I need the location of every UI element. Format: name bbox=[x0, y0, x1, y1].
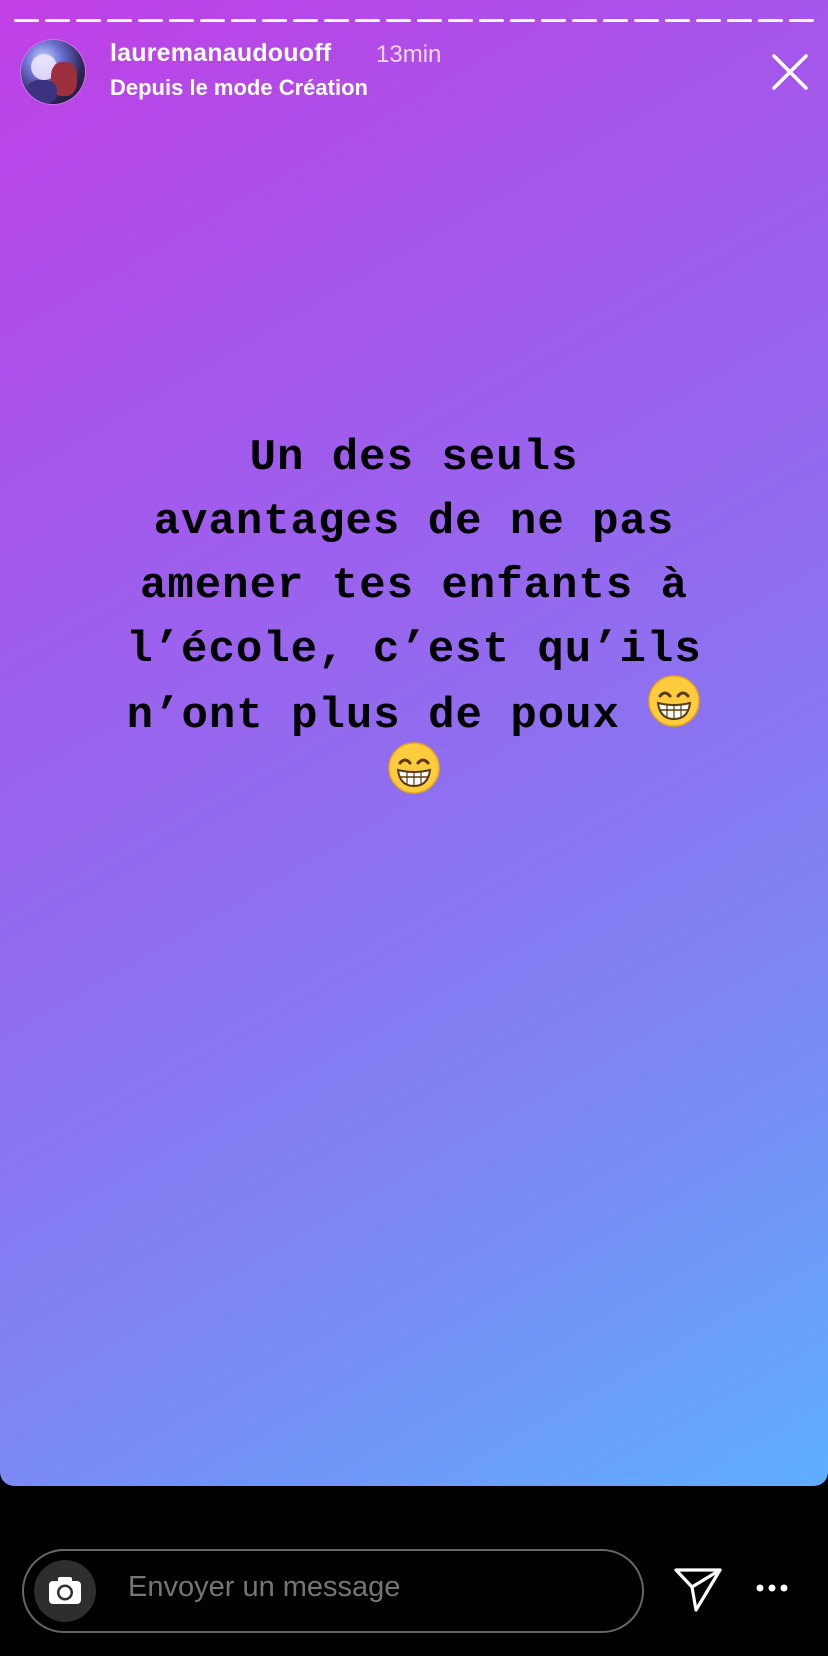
grinning-emoji-icon bbox=[387, 741, 441, 816]
camera-icon[interactable] bbox=[34, 1560, 96, 1622]
avatar-photo-part bbox=[27, 80, 57, 104]
username[interactable]: lauremanaudouoff bbox=[110, 39, 331, 68]
more-icon[interactable] bbox=[754, 1574, 790, 1602]
message-input[interactable] bbox=[128, 1571, 608, 1604]
progress-segment bbox=[417, 19, 442, 22]
caption-line: amener tes enfants à bbox=[139, 561, 689, 611]
progress-segment bbox=[200, 19, 225, 22]
story-view[interactable]: lauremanaudouoff 13min Depuis le mode Cr… bbox=[0, 0, 828, 1486]
progress-segment bbox=[758, 19, 783, 22]
progress-segment bbox=[603, 19, 628, 22]
progress-segment bbox=[448, 19, 473, 22]
progress-segment bbox=[76, 19, 101, 22]
progress-segment bbox=[45, 19, 70, 22]
story-timestamp: 13min bbox=[376, 41, 442, 68]
caption-line bbox=[40, 742, 788, 816]
message-box[interactable] bbox=[22, 1549, 644, 1633]
caption-line: Un des seuls bbox=[249, 433, 579, 483]
close-icon[interactable] bbox=[768, 50, 812, 94]
progress-segment bbox=[14, 19, 39, 22]
progress-segment bbox=[262, 19, 287, 22]
progress-segment bbox=[479, 19, 504, 22]
progress-segment bbox=[727, 19, 752, 22]
avatar[interactable] bbox=[21, 40, 85, 104]
progress-segment bbox=[231, 19, 256, 22]
caption-line-with-emoji: n’ont plus de poux bbox=[40, 675, 788, 749]
progress-segment bbox=[510, 19, 535, 22]
progress-segment bbox=[541, 19, 566, 22]
caption-line-text: n’ont plus de poux bbox=[126, 691, 620, 742]
progress-segment bbox=[634, 19, 659, 22]
grinning-emoji-icon bbox=[647, 674, 701, 749]
progress-segment bbox=[107, 19, 132, 22]
caption-line: l’école, c’est qu’ils bbox=[40, 618, 788, 682]
progress-segment bbox=[169, 19, 194, 22]
reply-bar bbox=[0, 1486, 828, 1656]
story-progress-bar bbox=[14, 19, 814, 22]
caption-line-text: l’école, c’est qu’ils bbox=[126, 625, 702, 675]
progress-segment bbox=[355, 19, 380, 22]
progress-segment bbox=[324, 19, 349, 22]
progress-segment bbox=[665, 19, 690, 22]
caption-line: avantages de ne pas bbox=[153, 497, 675, 547]
progress-segment bbox=[386, 19, 411, 22]
progress-segment bbox=[138, 19, 163, 22]
progress-segment bbox=[789, 19, 814, 22]
progress-segment bbox=[293, 19, 318, 22]
progress-segment bbox=[572, 19, 597, 22]
progress-segment bbox=[696, 19, 721, 22]
send-icon[interactable] bbox=[672, 1562, 724, 1614]
story-source-label: Depuis le mode Création bbox=[110, 75, 368, 100]
story-caption: Un des seuls avantages de ne pas amener … bbox=[40, 426, 788, 816]
